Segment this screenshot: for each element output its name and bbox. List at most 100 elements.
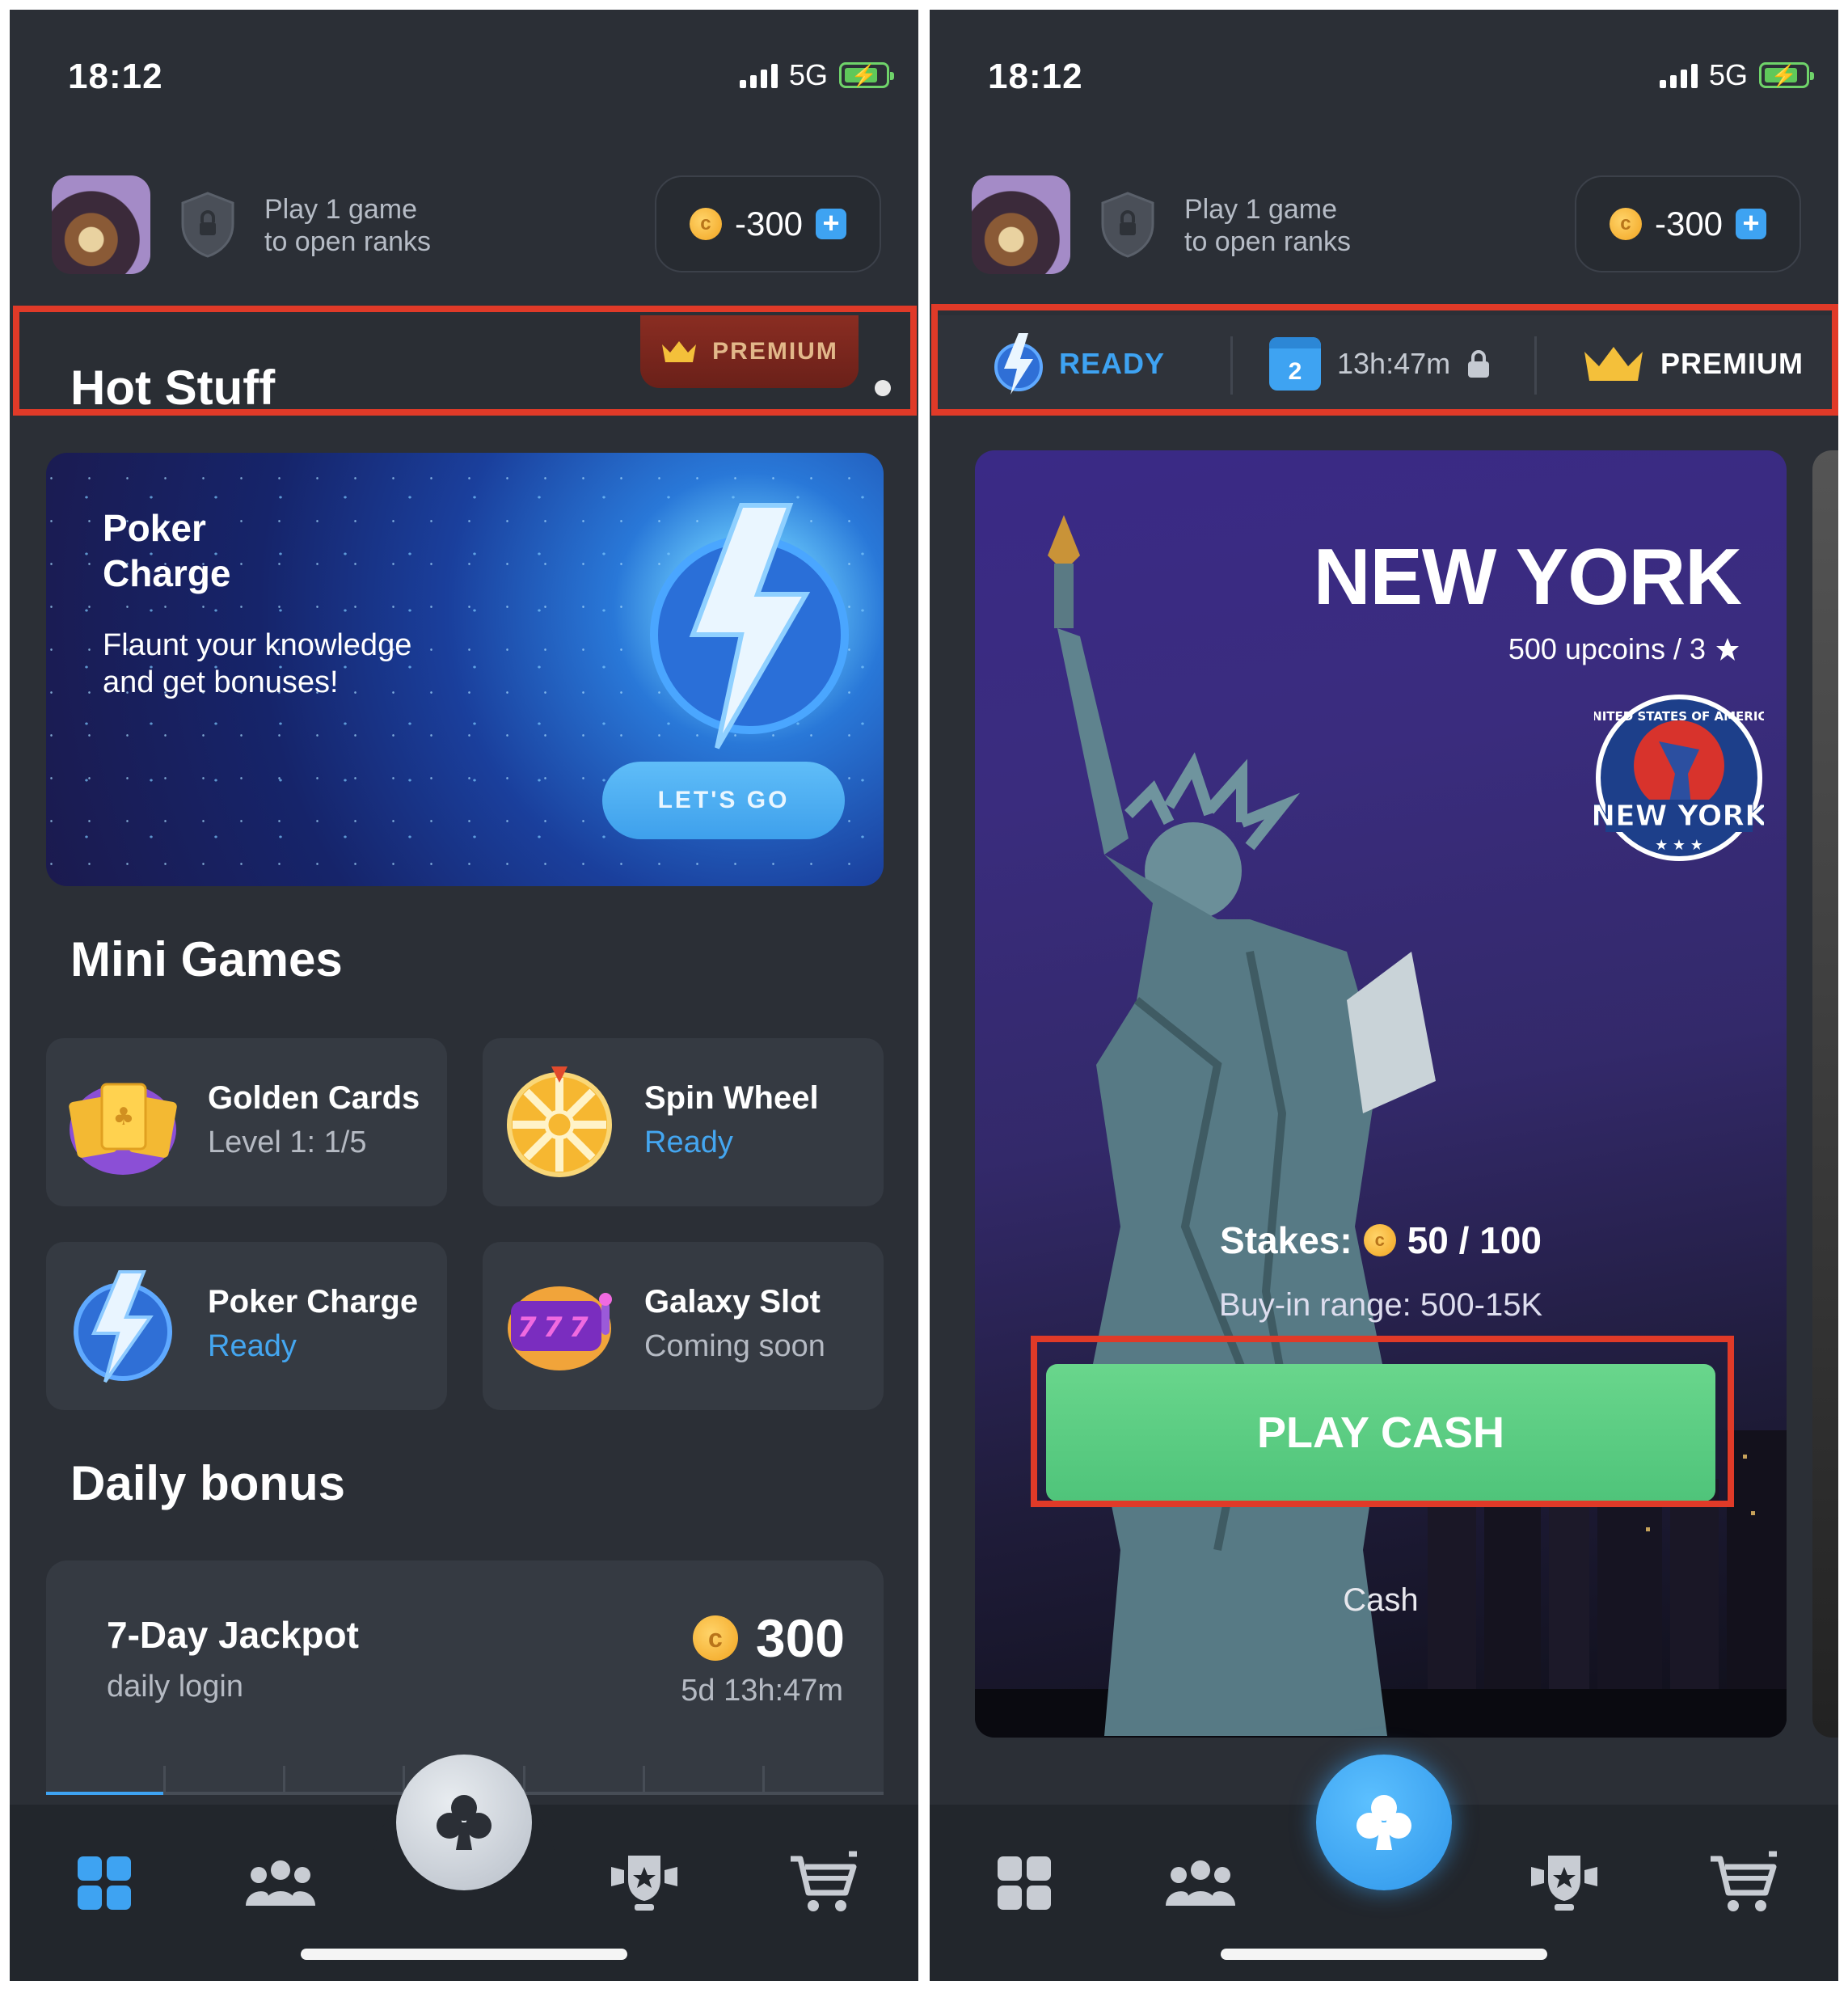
nav-play-center[interactable] [396, 1755, 532, 1890]
lobby-grid-icon [998, 1856, 1051, 1910]
cart-icon [1711, 1851, 1777, 1911]
rank-hint: Play 1 game to open ranks [264, 193, 431, 258]
coin-icon: c [1363, 1224, 1396, 1256]
signal-icon [739, 62, 778, 88]
rank-hint: Play 1 game to open ranks [1184, 193, 1351, 258]
add-coins-button[interactable]: + [816, 209, 847, 239]
status-icons: 5G ⚡ [739, 58, 894, 92]
mini-game-galaxy-slot[interactable]: 777 Galaxy Slot Coming soon [483, 1242, 884, 1410]
highlight-box-hot-stuff [13, 306, 917, 416]
add-coins-button[interactable]: + [1736, 209, 1767, 239]
daily-jackpot-amount: c 300 [692, 1607, 845, 1669]
progress-tick [163, 1766, 166, 1795]
city-requirement: 500 upcoins / 3 [1508, 632, 1740, 666]
avatar[interactable] [972, 175, 1070, 274]
promo-desc-line1: Flaunt your knowledge [103, 628, 412, 662]
spin-wheel-icon [507, 1066, 612, 1177]
home-indicator [1221, 1949, 1547, 1960]
golden-cards-icon: ♣ [69, 1083, 177, 1175]
coin-icon: c [1609, 208, 1642, 240]
club-icon [437, 1795, 492, 1850]
svg-text:♣: ♣ [113, 1103, 135, 1131]
new-york-table-card[interactable]: NEW YORK 500 upcoins / 3 UNITED STATES O… [975, 450, 1787, 1738]
promo-title-line2: Charge [103, 552, 231, 594]
coin-icon: c [692, 1615, 738, 1661]
bottom-nav [10, 1755, 918, 1981]
highlight-box-feature-bar [931, 304, 1838, 416]
progress-tick [643, 1766, 645, 1795]
mini-game-name: Golden Cards [208, 1080, 420, 1116]
balance-pill[interactable]: c -300 + [655, 175, 881, 272]
stakes-value: 50 / 100 [1407, 1219, 1542, 1261]
coin-icon: c [689, 208, 722, 240]
mini-game-poker-charge[interactable]: Poker Charge Ready [46, 1242, 447, 1410]
nav-shop[interactable] [787, 1847, 860, 1919]
balance-value: -300 [734, 205, 804, 243]
daily-jackpot-timer: 5d 13h:47m [681, 1674, 843, 1708]
battery-icon: ⚡ [1759, 62, 1814, 88]
mini-game-name: Spin Wheel [644, 1080, 819, 1116]
shield-lock-icon [1101, 192, 1154, 258]
signal-icon [1659, 62, 1698, 88]
mini-games-title: Mini Games [70, 932, 343, 986]
slot-machine-icon: 777 [508, 1286, 612, 1370]
network-label: 5G [1708, 58, 1748, 91]
mini-game-golden-cards[interactable]: ♣ Golden Cards Level 1: 1/5 [46, 1038, 447, 1206]
mini-game-spin-wheel[interactable]: Spin Wheel Ready [483, 1038, 884, 1206]
new-york-seal-logo: UNITED STATES OF AMERICA NEW YORK ★ ★ ★ [1594, 695, 1764, 861]
nav-leaderboard[interactable] [608, 1847, 681, 1919]
stakes-line: Stakes: c 50 / 100 [975, 1218, 1787, 1262]
lightning-icon [74, 1270, 172, 1383]
home-indicator [301, 1949, 627, 1960]
nav-friends[interactable] [1164, 1847, 1237, 1919]
promo-desc-line2: and get bonuses! [103, 665, 339, 699]
rank-hint-line2: to open ranks [1184, 226, 1352, 257]
city-requirement-text: 500 upcoins / 3 [1508, 632, 1706, 665]
club-icon [1356, 1795, 1411, 1850]
trophy-icon [1531, 1856, 1597, 1911]
header: Play 1 game to open ranks c -300 + [930, 151, 1838, 313]
daily-progress-fill [46, 1792, 167, 1795]
mini-game-status: Ready [644, 1125, 733, 1159]
lets-go-button[interactable]: LET'S GO [602, 762, 845, 839]
mini-game-name: Galaxy Slot [644, 1284, 821, 1320]
rank-hint-line2: to open ranks [264, 226, 432, 257]
nav-lobby[interactable] [68, 1847, 141, 1919]
promo-title: Poker Charge [103, 505, 313, 596]
bottom-nav [930, 1755, 1838, 1981]
rank-hint-line1: Play 1 game [1184, 194, 1337, 225]
header: Play 1 game to open ranks c -300 + [10, 151, 918, 313]
status-time: 18:12 [68, 57, 163, 96]
network-label: 5G [788, 58, 828, 91]
progress-tick [283, 1766, 285, 1795]
star-icon [1716, 638, 1739, 661]
statue-of-liberty-image [1048, 515, 1436, 1736]
next-city-card-peek[interactable] [1812, 450, 1838, 1738]
highlight-box-play-cash [1031, 1336, 1734, 1507]
svg-text:7: 7 [543, 1311, 563, 1344]
avatar[interactable] [52, 175, 150, 274]
nav-friends[interactable] [244, 1847, 317, 1919]
rank-hint-line1: Play 1 game [264, 194, 417, 225]
lobby-grid-icon [78, 1856, 131, 1910]
trophy-icon [611, 1856, 677, 1911]
nav-leaderboard[interactable] [1528, 1847, 1601, 1919]
status-icons: 5G ⚡ [1659, 58, 1814, 92]
daily-amount-value: 300 [755, 1608, 845, 1668]
svg-text:★ ★ ★: ★ ★ ★ [1655, 837, 1703, 854]
svg-text:7: 7 [569, 1311, 589, 1344]
nav-lobby[interactable] [988, 1847, 1061, 1919]
status-time: 18:12 [988, 57, 1083, 96]
seal-main-text: NEW YORK [1594, 800, 1764, 833]
buyin-range: Buy-in range: 500-15K [1218, 1287, 1543, 1323]
daily-jackpot-title: 7-Day Jackpot [107, 1614, 359, 1656]
seal-arc-text: UNITED STATES OF AMERICA [1594, 709, 1764, 724]
balance-value: -300 [1654, 205, 1724, 243]
promo-banner-poker-charge[interactable]: Poker Charge Flaunt your knowledge and g… [46, 453, 884, 886]
nav-shop[interactable] [1707, 1847, 1780, 1919]
friends-icon [246, 1860, 315, 1906]
mini-game-status: Level 1: 1/5 [208, 1125, 367, 1159]
friends-icon [1166, 1860, 1235, 1906]
balance-pill[interactable]: c -300 + [1575, 175, 1801, 272]
nav-play-center[interactable] [1316, 1755, 1452, 1890]
